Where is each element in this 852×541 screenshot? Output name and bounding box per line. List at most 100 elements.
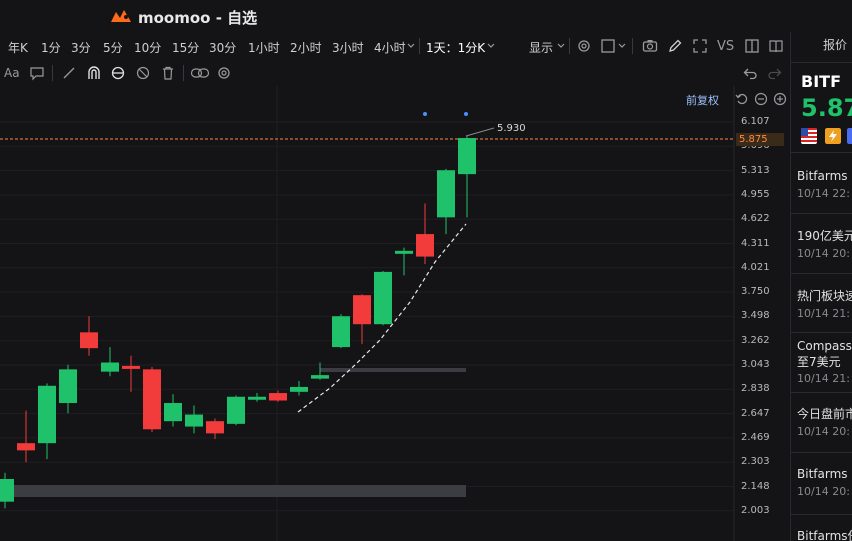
news-title: Bitfarms任 [797, 529, 852, 541]
candle-body[interactable] [59, 369, 77, 404]
candle-body[interactable] [416, 234, 434, 257]
news-item[interactable]: 190亿美元 10/14 20: [797, 228, 852, 260]
link-toggle-icon[interactable] [190, 65, 210, 81]
candle-body[interactable] [290, 386, 308, 392]
gear-icon[interactable] [576, 38, 592, 54]
tf-30min[interactable]: 30分 [209, 39, 236, 56]
candle-body[interactable] [17, 443, 35, 451]
line-tool-icon[interactable] [61, 65, 77, 81]
tf-10min[interactable]: 10分 [134, 39, 161, 56]
text-tool-icon[interactable]: Aa [4, 66, 24, 82]
tf-1min[interactable]: 1分 [41, 39, 61, 56]
news-divider [791, 514, 852, 515]
tab-quote[interactable]: 报价 [823, 36, 847, 53]
lock-drawing-icon[interactable] [110, 65, 126, 81]
candle-body[interactable] [0, 479, 14, 502]
candle-body[interactable] [269, 393, 287, 401]
candle-body[interactable] [437, 170, 455, 218]
candle-body[interactable] [374, 271, 392, 325]
price-tick-label: 4.021 [741, 261, 770, 273]
candle-body[interactable] [227, 396, 245, 424]
price-tick-label: 2.003 [741, 504, 770, 516]
news-divider [791, 273, 852, 274]
tf-2hour[interactable]: 2小时 [290, 39, 322, 56]
price-tick-label: 3.498 [741, 310, 770, 322]
price-tick-label: 2.303 [741, 456, 770, 468]
news-item[interactable]: Bitfarms任 [797, 528, 852, 541]
candle-body[interactable] [143, 369, 161, 430]
news-item[interactable]: Bitfarms 10/14 20: [797, 466, 852, 498]
comment-icon[interactable] [29, 65, 45, 81]
fullscreen-icon[interactable] [692, 38, 708, 54]
news-item[interactable]: 热门板块速 10/14 21: [797, 288, 852, 320]
reset-icon[interactable] [735, 92, 749, 106]
chevron-down-icon[interactable] [618, 42, 626, 50]
book-icon[interactable] [768, 38, 784, 54]
gear-icon[interactable] [216, 65, 232, 81]
hide-drawing-icon[interactable] [135, 65, 151, 81]
price-zone-band [2, 485, 466, 497]
candle-body[interactable] [164, 403, 182, 422]
candle-body[interactable] [458, 138, 476, 175]
candle-body[interactable] [395, 250, 413, 254]
candle-body[interactable] [353, 295, 371, 325]
candlestick-chart[interactable]: 5.930 [0, 86, 790, 541]
price-tick-label: 6.107 [741, 116, 770, 127]
price-tick-label: 3.043 [741, 359, 770, 370]
display-menu[interactable]: 显示 [529, 39, 553, 56]
news-divider [791, 392, 852, 393]
price-adjust-label[interactable]: 前复权 [686, 92, 719, 108]
quote-panel: 报价 BITF 5.87 Bitfarms 10/14 22: 190亿美元 1… [790, 32, 852, 541]
news-item[interactable]: 今日盘前市 10/14 20: [797, 406, 852, 438]
panel-divider [791, 152, 852, 153]
candle-body[interactable] [248, 396, 266, 400]
toolbar-divider [632, 38, 633, 54]
price-tick-label: 4.311 [741, 237, 770, 249]
camera-icon[interactable] [642, 38, 658, 54]
candle-body[interactable] [332, 316, 350, 348]
zoom-out-icon[interactable] [754, 92, 768, 106]
price-zone-band [320, 368, 466, 372]
event-marker[interactable] [464, 112, 468, 116]
chevron-down-icon[interactable] [487, 42, 495, 50]
layout-square-icon[interactable] [600, 38, 616, 54]
tf-5min[interactable]: 5分 [103, 39, 123, 56]
candle-body[interactable] [38, 385, 56, 444]
tf-4hour[interactable]: 4小时 [374, 39, 406, 56]
magnet-icon[interactable] [86, 65, 102, 81]
zoom-in-icon[interactable] [773, 92, 787, 106]
price-tick-label: 3.262 [741, 334, 770, 346]
tf-15min[interactable]: 15分 [172, 39, 199, 56]
app-title: moomoo - 自选 [138, 9, 258, 27]
chevron-down-icon[interactable] [557, 42, 565, 50]
candle-body[interactable] [206, 421, 224, 434]
tf-3hour[interactable]: 3小时 [332, 39, 364, 56]
news-divider [791, 213, 852, 214]
tf-day-1min[interactable]: 1天：1分K [426, 39, 485, 56]
candle-body[interactable] [122, 365, 140, 369]
undo-icon[interactable] [742, 65, 758, 81]
news-divider [791, 452, 852, 453]
event-marker[interactable] [423, 112, 427, 116]
redo-icon[interactable] [767, 65, 783, 81]
last-price: 5.87 [801, 94, 852, 122]
price-tick-label: 4.622 [741, 213, 770, 225]
news-title: 今日盘前市 [797, 407, 852, 421]
compare-vs-button[interactable]: VS [717, 39, 734, 54]
news-item[interactable]: Compass 至7美元 10/14 21: [797, 338, 852, 385]
trash-icon[interactable] [160, 65, 176, 81]
candle-body[interactable] [185, 414, 203, 427]
chevron-down-icon[interactable] [407, 42, 415, 50]
price-tick-label: 4.955 [741, 188, 770, 200]
tf-1hour[interactable]: 1小时 [248, 39, 280, 56]
candle-body[interactable] [101, 362, 119, 372]
tf-3min[interactable]: 3分 [71, 39, 91, 56]
split-view-icon[interactable] [744, 38, 760, 54]
high-annotation-label: 5.930 [497, 123, 526, 134]
pencil-icon[interactable] [667, 38, 683, 54]
tf-year[interactable]: 年K [8, 39, 28, 56]
candle-body[interactable] [311, 375, 329, 379]
news-item[interactable]: Bitfarms 10/14 22: [797, 168, 852, 200]
candle-body[interactable] [80, 332, 98, 349]
news-title: Compass [797, 339, 852, 353]
